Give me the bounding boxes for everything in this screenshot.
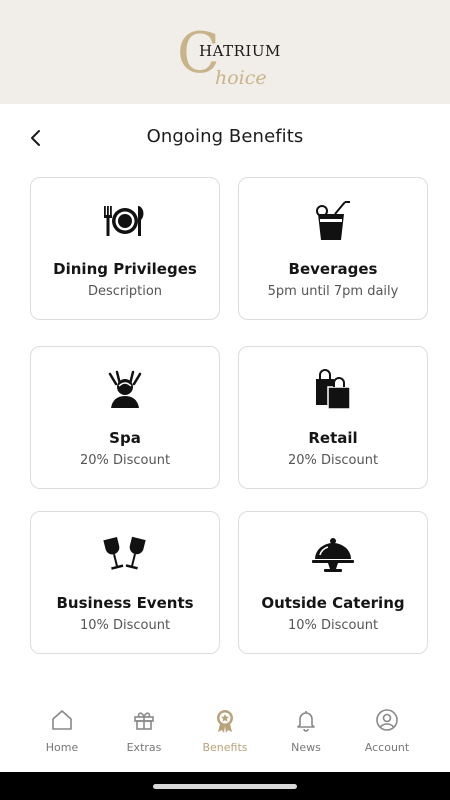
award-icon (217, 710, 233, 733)
home-icon (52, 710, 72, 730)
nav-item-home[interactable]: Home (17, 708, 107, 766)
spa-massage-icon (108, 370, 142, 408)
chatrium-choice-logo: C HATRIUM hoice (177, 21, 281, 89)
benefit-subtitle: 10% Discount (287, 618, 379, 633)
user-circle-icon (376, 709, 398, 731)
bell-icon (297, 711, 315, 732)
benefit-title: Business Events (56, 594, 194, 612)
nav-item-extras[interactable]: Extras (99, 708, 189, 766)
benefit-title: Retail (308, 429, 358, 447)
svg-text:hoice: hoice (215, 67, 267, 89)
svg-text:HATRIUM: HATRIUM (199, 42, 281, 60)
nav-item-news[interactable]: News (261, 708, 351, 766)
nav-label: Extras (126, 741, 162, 754)
shopping-bags-icon (316, 369, 351, 410)
nav-label: Benefits (202, 741, 248, 754)
nav-item-benefits[interactable]: Benefits (180, 708, 270, 766)
brand-header: C HATRIUM hoice (0, 0, 450, 104)
benefit-card-business-events[interactable]: Business Events 10% Discount (30, 511, 220, 654)
wine-glasses-icon (103, 536, 146, 570)
nav-item-account[interactable]: Account (342, 708, 432, 766)
benefit-card-retail[interactable]: Retail 20% Discount (238, 346, 428, 489)
benefit-subtitle: 20% Discount (79, 453, 171, 468)
gift-icon (134, 712, 154, 730)
benefit-card-spa[interactable]: Spa 20% Discount (30, 346, 220, 489)
cloche-icon (312, 538, 354, 572)
benefit-title: Spa (109, 429, 141, 447)
benefit-card-dining[interactable]: Dining Privileges Description (30, 177, 220, 320)
dining-plate-icon (104, 206, 144, 236)
benefit-subtitle: 5pm until 7pm daily (267, 284, 399, 299)
benefit-card-beverages[interactable]: Beverages 5pm until 7pm daily (238, 177, 428, 320)
nav-label: News (291, 741, 321, 754)
nav-label: Home (45, 741, 79, 754)
nav-label: Account (364, 741, 410, 754)
benefit-title: Outside Catering (261, 594, 405, 612)
page-title: Ongoing Benefits (146, 126, 304, 147)
title-row: Ongoing Benefits (0, 118, 450, 160)
benefit-subtitle: Description (87, 284, 163, 299)
bottom-nav: Home Extras Benefits News Account (0, 700, 450, 772)
benefit-card-outside-catering[interactable]: Outside Catering 10% Discount (238, 511, 428, 654)
benefit-title: Beverages (288, 260, 378, 278)
benefit-title: Dining Privileges (53, 260, 197, 278)
benefit-subtitle: 10% Discount (79, 618, 171, 633)
system-navigation-bar (0, 772, 450, 800)
home-indicator[interactable] (153, 784, 297, 789)
benefit-subtitle: 20% Discount (287, 453, 379, 468)
beverage-glass-icon (316, 201, 350, 240)
